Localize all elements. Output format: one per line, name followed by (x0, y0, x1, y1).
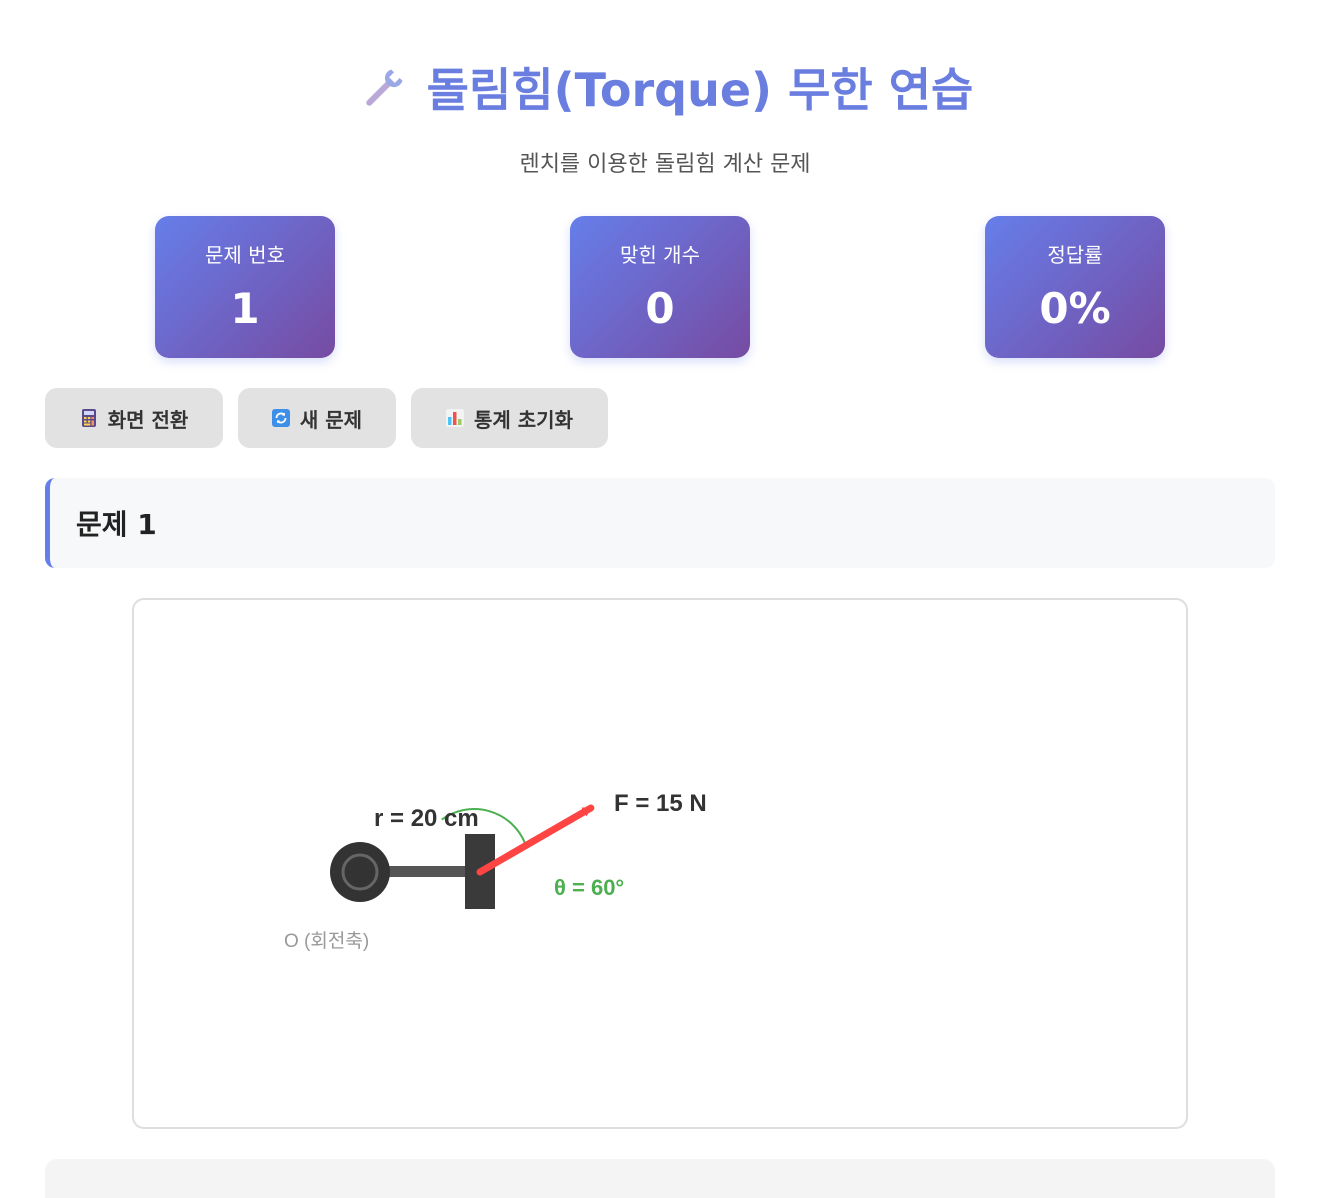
switch-view-label: 화면 전환 (107, 407, 189, 432)
page-title-row: 돌림힘(Torque) 무한 연습 (357, 58, 974, 122)
new-problem-label: 새 문제 (299, 407, 363, 432)
angle-label: θ = 60° (554, 875, 624, 900)
reset-stats-button[interactable]: 통계 초기화 (411, 388, 608, 448)
problem-title: 문제 1 (76, 508, 157, 541)
stat-label: 맞힌 개수 (620, 243, 700, 267)
pivot-bolt (330, 842, 390, 902)
stat-card-accuracy: 정답률 0% (985, 216, 1165, 358)
page-title: 돌림힘(Torque) 무한 연습 (426, 63, 974, 117)
wrench-diagram: r = 20 cm F = 15 N θ = 60° O (회전축) (132, 598, 1188, 1129)
radius-label: r = 20 cm (374, 805, 479, 832)
calculator-icon (81, 409, 96, 427)
stat-card-problem-number: 문제 번호 1 (155, 216, 335, 358)
stat-card-correct-count: 맞힌 개수 0 (570, 216, 750, 358)
force-label: F = 15 N (614, 790, 707, 817)
stat-value: 0 (645, 284, 675, 333)
page-subtitle: 렌치를 이용한 돌림힘 계산 문제 (519, 152, 811, 177)
refresh-icon (271, 409, 290, 427)
switch-view-button[interactable]: 화면 전환 (45, 388, 223, 448)
wrench-icon (365, 69, 403, 106)
bar-chart-icon (446, 409, 465, 427)
pivot-label: O (회전축) (284, 930, 369, 952)
torque-diagram-svg: r = 20 cm F = 15 N θ = 60° O (회전축) (284, 790, 707, 952)
reset-stats-label: 통계 초기화 (474, 407, 573, 432)
new-problem-button[interactable]: 새 문제 (238, 388, 396, 448)
problem-header: 문제 1 (45, 478, 1275, 568)
stat-label: 정답률 (1047, 243, 1103, 267)
header: 돌림힘(Torque) 무한 연습 렌치를 이용한 돌림힘 계산 문제 (0, 58, 1330, 178)
stat-value: 1 (230, 284, 260, 333)
page: 돌림힘(Torque) 무한 연습 렌치를 이용한 돌림힘 계산 문제 문제 번… (0, 0, 1330, 1198)
answer-panel (45, 1159, 1275, 1198)
force-arrow (476, 804, 595, 876)
stat-value: 0% (1039, 284, 1111, 333)
stat-label: 문제 번호 (205, 243, 285, 267)
